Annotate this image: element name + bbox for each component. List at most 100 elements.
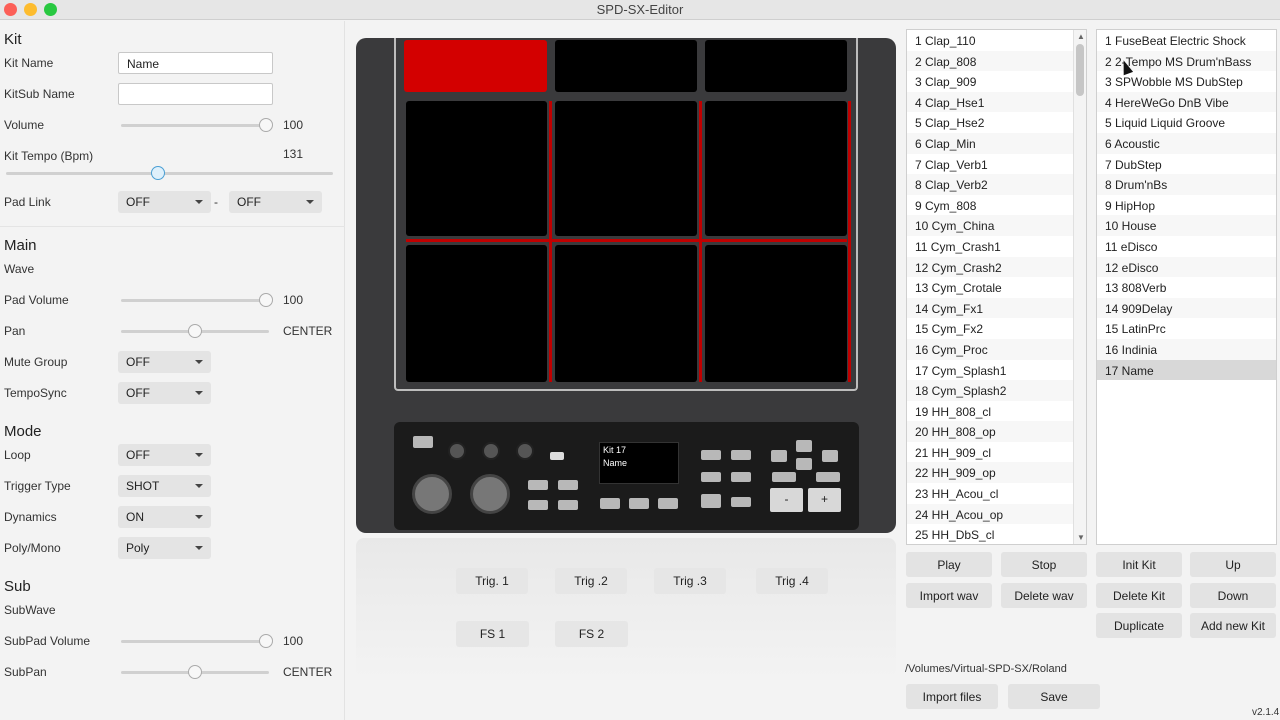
kit-list-item[interactable]: 8 Drum'nBs: [1097, 174, 1276, 195]
volume-slider-knob[interactable]: [259, 118, 273, 132]
kit-list-item[interactable]: 14 909Delay: [1097, 297, 1276, 319]
loop-select[interactable]: OFF: [118, 444, 211, 466]
import-wav-button[interactable]: Import wav: [906, 583, 992, 608]
pad-link-select-a[interactable]: OFF: [118, 191, 211, 213]
kit-list-item[interactable]: 7 DubStep: [1097, 154, 1276, 175]
wave-list-item[interactable]: 14 Cym_Fx1: [907, 297, 1086, 319]
stop-button[interactable]: Stop: [1001, 552, 1087, 577]
pad-9[interactable]: [705, 245, 847, 382]
kit-list-item[interactable]: 12 eDisco: [1097, 256, 1276, 278]
kit-list-item[interactable]: 4 HereWeGo DnB Vibe: [1097, 91, 1276, 113]
pad-volume-slider-knob[interactable]: [259, 293, 273, 307]
pad-4[interactable]: [406, 101, 547, 236]
pad-5[interactable]: [555, 101, 697, 236]
wave-list-item[interactable]: 12 Cym_Crash2: [907, 256, 1086, 278]
kit-list-item[interactable]: 11 eDisco: [1097, 236, 1276, 257]
duplicate-button[interactable]: Duplicate: [1096, 613, 1182, 638]
wave-list-item[interactable]: 22 HH_909_op: [907, 462, 1086, 484]
play-button[interactable]: Play: [906, 552, 992, 577]
device-button[interactable]: [701, 472, 721, 482]
wave-list-item[interactable]: 2 Clap_808: [907, 50, 1086, 72]
master-knob[interactable]: [412, 474, 452, 514]
wave-list-item[interactable]: 3 Clap_909: [907, 71, 1086, 92]
device-button[interactable]: [629, 498, 649, 509]
kit-list-item[interactable]: 15 LatinPrc: [1097, 318, 1276, 339]
wave-list-item[interactable]: 16 Cym_Proc: [907, 338, 1086, 360]
subpan-slider-knob[interactable]: [188, 665, 202, 679]
polymono-select[interactable]: Poly: [118, 537, 211, 559]
wave-list-item[interactable]: 11 Cym_Crash1: [907, 236, 1086, 257]
wave-list-item[interactable]: 24 HH_Acou_op: [907, 503, 1086, 525]
up-button[interactable]: Up: [1190, 552, 1276, 577]
pad-3[interactable]: [705, 40, 847, 92]
wave-list-item[interactable]: 13 Cym_Crotale: [907, 277, 1086, 298]
waves-scrollbar-thumb[interactable]: [1076, 44, 1084, 96]
device-button[interactable]: [771, 450, 787, 462]
kits-list[interactable]: 1 FuseBeat Electric Shock 2 2-Tempo MS Dr…: [1096, 29, 1277, 545]
subpad-volume-slider[interactable]: [121, 634, 273, 648]
pad-7[interactable]: [406, 245, 547, 382]
subpan-slider[interactable]: [121, 665, 269, 679]
temposync-select[interactable]: OFF: [118, 382, 211, 404]
wave-list-item[interactable]: 9 Cym_808: [907, 195, 1086, 216]
trig-4-button[interactable]: Trig .4: [756, 568, 828, 594]
pad-6[interactable]: [705, 101, 847, 236]
wave-list-item[interactable]: 17 Cym_Splash1: [907, 360, 1086, 381]
device-button[interactable]: [816, 472, 840, 482]
small-knob-1[interactable]: [448, 442, 466, 460]
dynamics-select[interactable]: ON: [118, 506, 211, 528]
wave-list-item[interactable]: 23 HH_Acou_cl: [907, 483, 1086, 504]
wave-list-item[interactable]: 15 Cym_Fx2: [907, 318, 1086, 339]
pad-volume-slider[interactable]: [121, 293, 273, 307]
device-button[interactable]: [731, 497, 751, 507]
wave-list-item[interactable]: 5 Clap_Hse2: [907, 112, 1086, 133]
device-button[interactable]: [528, 500, 548, 510]
value-minus-button[interactable]: -: [770, 488, 803, 512]
wave-list-item[interactable]: 6 Clap_Min: [907, 132, 1086, 154]
trig-2-button[interactable]: Trig .2: [555, 568, 627, 594]
scroll-up-icon[interactable]: ▲: [1077, 32, 1085, 41]
wave-list-item[interactable]: 18 Cym_Splash2: [907, 380, 1086, 401]
kit-list-item[interactable]: 10 House: [1097, 215, 1276, 236]
kit-list-item[interactable]: 5 Liquid Liquid Groove: [1097, 112, 1276, 133]
fs-2-button[interactable]: FS 2: [555, 621, 628, 647]
save-button[interactable]: Save: [1008, 684, 1100, 709]
device-button[interactable]: [731, 450, 751, 460]
pad-2[interactable]: [555, 40, 697, 92]
pad-1[interactable]: [404, 40, 547, 92]
pad-8[interactable]: [555, 245, 697, 382]
trigger-type-select[interactable]: SHOT: [118, 475, 211, 497]
init-kit-button[interactable]: Init Kit: [1096, 552, 1182, 577]
pan-slider-knob[interactable]: [188, 324, 202, 338]
device-button[interactable]: [558, 480, 578, 490]
phones-knob[interactable]: [470, 474, 510, 514]
device-button[interactable]: [528, 480, 548, 490]
mute-group-select[interactable]: OFF: [118, 351, 211, 373]
import-files-button[interactable]: Import files: [906, 684, 998, 709]
delete-kit-button[interactable]: Delete Kit: [1096, 583, 1182, 608]
wave-list-item[interactable]: 7 Clap_Verb1: [907, 154, 1086, 175]
device-button[interactable]: [701, 494, 721, 508]
device-button[interactable]: [550, 452, 564, 460]
device-button[interactable]: [822, 450, 838, 462]
wave-list-item[interactable]: 1 Clap_110: [907, 30, 1086, 51]
pan-slider[interactable]: [121, 324, 269, 338]
device-button[interactable]: [772, 472, 796, 482]
wave-list-item[interactable]: 4 Clap_Hse1: [907, 91, 1086, 113]
subpad-volume-slider-knob[interactable]: [259, 634, 273, 648]
value-plus-button[interactable]: +: [808, 488, 841, 512]
device-button[interactable]: [701, 450, 721, 460]
down-button[interactable]: Down: [1190, 583, 1276, 608]
small-knob-3[interactable]: [516, 442, 534, 460]
kit-list-item[interactable]: 1 FuseBeat Electric Shock: [1097, 30, 1276, 51]
fs-1-button[interactable]: FS 1: [456, 621, 529, 647]
kit-tempo-slider[interactable]: [6, 166, 333, 180]
waves-list[interactable]: 1 Clap_110 2 Clap_808 3 Clap_909 4 Clap_Hse…: [906, 29, 1087, 545]
kit-tempo-slider-knob[interactable]: [151, 166, 165, 180]
kit-list-item[interactable]: 9 HipHop: [1097, 195, 1276, 216]
wave-list-item[interactable]: 21 HH_909_cl: [907, 442, 1086, 463]
add-new-kit-button[interactable]: Add new Kit: [1190, 613, 1276, 638]
device-button[interactable]: [731, 472, 751, 482]
trig-1-button[interactable]: Trig. 1: [456, 568, 528, 594]
device-button[interactable]: [796, 440, 812, 452]
